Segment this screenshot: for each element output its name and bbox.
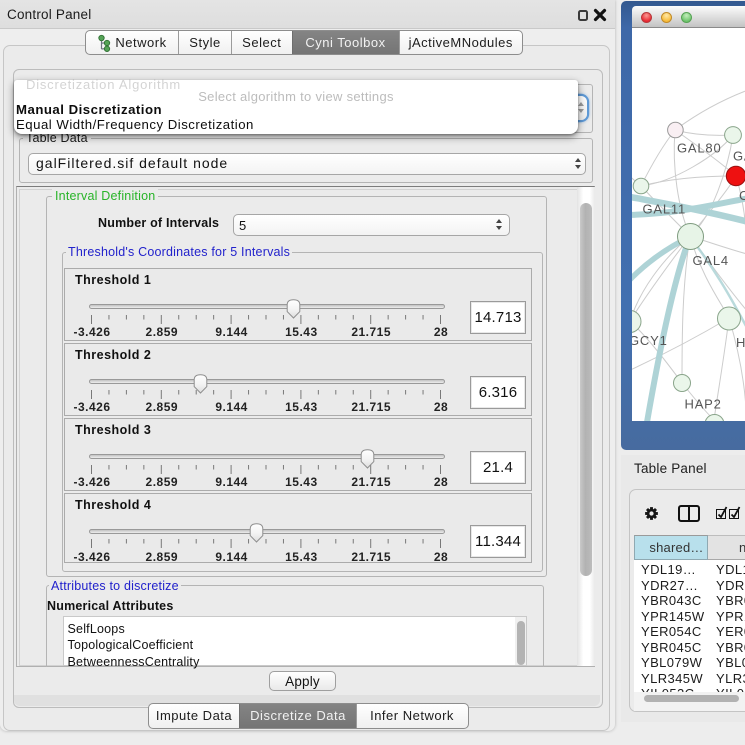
svg-text:GAL11: GAL11 bbox=[643, 202, 687, 217]
svg-text:HAP2: HAP2 bbox=[685, 397, 722, 412]
svg-text:GCY1: GCY1 bbox=[632, 333, 668, 348]
svg-text:GA: GA bbox=[733, 149, 745, 164]
svg-text:H: H bbox=[736, 335, 745, 350]
svg-text:GAL80: GAL80 bbox=[677, 141, 721, 156]
svg-text:GAL4: GAL4 bbox=[693, 253, 729, 268]
svg-text:CR: CR bbox=[739, 188, 745, 203]
